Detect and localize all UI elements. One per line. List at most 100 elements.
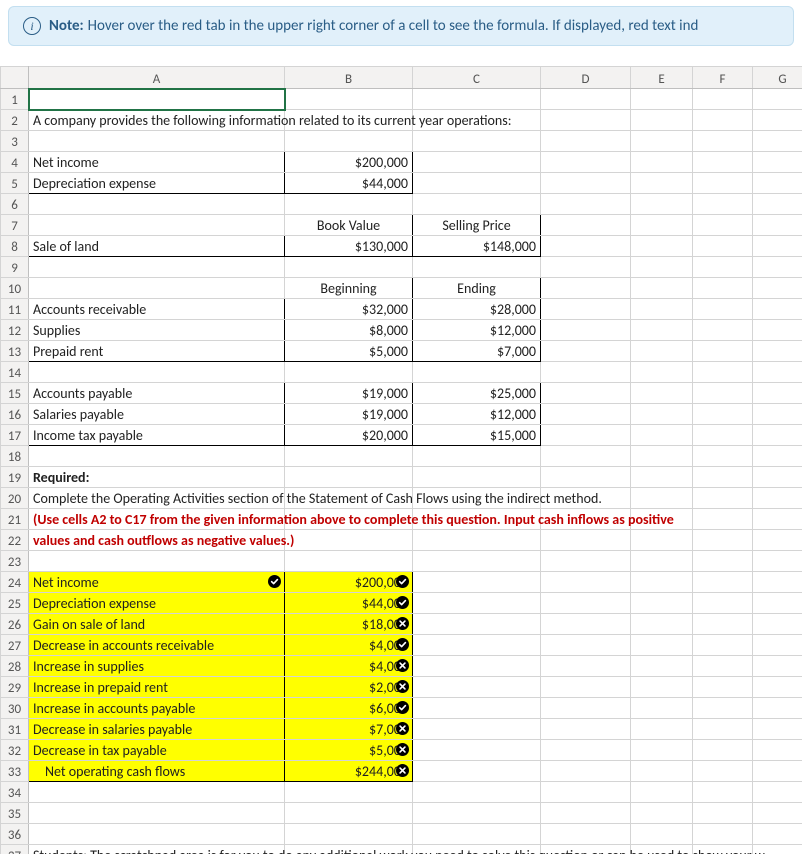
cell-B2[interactable] [285,110,413,131]
cell-D15[interactable] [541,383,631,404]
cell-D33[interactable] [541,761,631,782]
cell-A14[interactable] [29,362,285,383]
row-header-4[interactable]: 4 [1,152,29,173]
cell-D21[interactable] [541,509,631,530]
cell-D34[interactable] [541,782,631,803]
cell-C22[interactable] [413,530,541,551]
row-header-15[interactable]: 15 [1,383,29,404]
cell-E12[interactable] [631,320,693,341]
cell-F32[interactable] [693,740,753,761]
cell-A21[interactable]: (Use cells A2 to C17 from the given info… [29,509,285,530]
cell-G16[interactable] [753,404,802,425]
cell-F3[interactable] [693,131,753,152]
row-header-33[interactable]: 33 [1,761,29,782]
cell-C20[interactable] [413,488,541,509]
cell-B18[interactable] [285,446,413,467]
cell-A27[interactable]: Decrease in accounts receivable [29,635,285,656]
row-header-2[interactable]: 2 [1,110,29,131]
cell-D12[interactable] [541,320,631,341]
cell-D36[interactable] [541,824,631,845]
cell-C26[interactable] [413,614,541,635]
cell-E19[interactable] [631,467,693,488]
cell-F13[interactable] [693,341,753,362]
row-header-6[interactable]: 6 [1,194,29,215]
cell-G18[interactable] [753,446,802,467]
cell-D11[interactable] [541,299,631,320]
cell-A31[interactable]: Decrease in salaries payable [29,719,285,740]
cell-A19[interactable]: Required: [29,467,285,488]
row-header-8[interactable]: 8 [1,236,29,257]
cell-B21[interactable] [285,509,413,530]
cell-C1[interactable] [413,89,541,110]
cell-D6[interactable] [541,194,631,215]
cell-F18[interactable] [693,446,753,467]
cell-D4[interactable] [541,152,631,173]
cell-E2[interactable] [631,110,693,131]
cell-C24[interactable] [413,572,541,593]
cell-C19[interactable] [413,467,541,488]
cell-C34[interactable] [413,782,541,803]
cell-D18[interactable] [541,446,631,467]
cell-B15[interactable]: $19,000 [285,383,413,404]
row-header-31[interactable]: 31 [1,719,29,740]
cell-G1[interactable] [753,89,802,110]
cell-G12[interactable] [753,320,802,341]
cell-F37[interactable] [693,845,753,855]
cell-D32[interactable] [541,740,631,761]
row-header-20[interactable]: 20 [1,488,29,509]
row-header-32[interactable]: 32 [1,740,29,761]
cell-E1[interactable] [631,89,693,110]
cell-C27[interactable] [413,635,541,656]
cell-G23[interactable] [753,551,802,572]
row-header-12[interactable]: 12 [1,320,29,341]
col-header-A[interactable]: A [29,67,285,89]
cell-C10[interactable]: Ending [413,278,541,299]
cell-A34[interactable] [29,782,285,803]
row-header-21[interactable]: 21 [1,509,29,530]
row-header-13[interactable]: 13 [1,341,29,362]
cell-C2[interactable] [413,110,541,131]
cell-D10[interactable] [541,278,631,299]
cell-A1[interactable] [29,89,285,110]
row-header-29[interactable]: 29 [1,677,29,698]
row-header-16[interactable]: 16 [1,404,29,425]
cell-F29[interactable] [693,677,753,698]
cell-E35[interactable] [631,803,693,824]
cell-B12[interactable]: $8,000 [285,320,413,341]
cell-G34[interactable] [753,782,802,803]
cell-E8[interactable] [631,236,693,257]
cell-B11[interactable]: $32,000 [285,299,413,320]
cell-F6[interactable] [693,194,753,215]
cell-F34[interactable] [693,782,753,803]
row-header-5[interactable]: 5 [1,173,29,194]
cell-E16[interactable] [631,404,693,425]
cell-C21[interactable] [413,509,541,530]
cell-B8[interactable]: $130,000 [285,236,413,257]
cell-D27[interactable] [541,635,631,656]
cell-G36[interactable] [753,824,802,845]
cell-C32[interactable] [413,740,541,761]
cell-C8[interactable]: $148,000 [413,236,541,257]
cell-C36[interactable] [413,824,541,845]
cell-G8[interactable] [753,236,802,257]
row-header-10[interactable]: 10 [1,278,29,299]
cell-F31[interactable] [693,719,753,740]
cell-A12[interactable]: Supplies [29,320,285,341]
cell-G24[interactable] [753,572,802,593]
row-header-17[interactable]: 17 [1,425,29,446]
cell-A5[interactable]: Depreciation expense [29,173,285,194]
cell-A30[interactable]: Increase in accounts payable [29,698,285,719]
cell-G17[interactable] [753,425,802,446]
cell-E22[interactable] [631,530,693,551]
cell-D22[interactable] [541,530,631,551]
cell-A4[interactable]: Net income [29,152,285,173]
cell-A8[interactable]: Sale of land [29,236,285,257]
cell-C4[interactable] [413,152,541,173]
spreadsheet[interactable]: A B C D E F G 12A company provides the f… [0,66,802,854]
cell-F17[interactable] [693,425,753,446]
row-header-7[interactable]: 7 [1,215,29,236]
cell-C31[interactable] [413,719,541,740]
cell-D5[interactable] [541,173,631,194]
cell-G20[interactable] [753,488,802,509]
cell-B9[interactable] [285,257,413,278]
